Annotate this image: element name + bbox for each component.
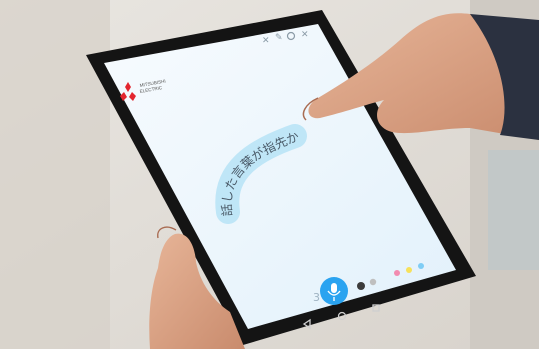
pen-icon: ✎ xyxy=(275,33,283,43)
color-dot-black[interactable] xyxy=(357,282,365,290)
color-dot-gray[interactable] xyxy=(369,278,377,286)
photo-scene: ✕ ✎ ✕ MITSUBISHI ELECTRIC 話した言葉が指先から 3 xyxy=(0,0,539,349)
background-shelf xyxy=(488,150,539,270)
counter-label: 3 xyxy=(313,291,320,304)
color-dot-blue[interactable] xyxy=(418,263,424,269)
mic-icon xyxy=(331,283,337,293)
photo-illustration: ✕ ✎ ✕ MITSUBISHI ELECTRIC 話した言葉が指先から 3 xyxy=(0,0,539,349)
color-dot-pink[interactable] xyxy=(394,270,400,276)
mic-off-icon: ✕ xyxy=(262,36,270,46)
color-dot-yellow[interactable] xyxy=(406,267,412,273)
close-icon: ✕ xyxy=(301,30,309,40)
